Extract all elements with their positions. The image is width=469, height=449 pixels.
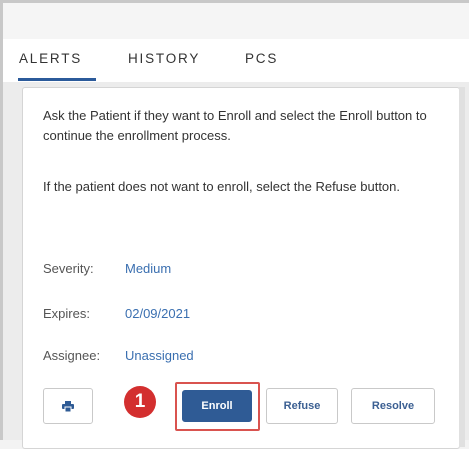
refuse-button[interactable]: Refuse xyxy=(266,388,338,424)
expires-value: 02/09/2021 xyxy=(125,306,191,321)
tab-pcs[interactable]: PCS xyxy=(245,51,285,81)
print-icon xyxy=(62,400,74,412)
alert-message-enroll: Ask the Patient if they want to Enroll a… xyxy=(43,108,427,143)
assignee-value[interactable]: Unassigned xyxy=(125,348,194,363)
resolve-button[interactable]: Resolve xyxy=(351,388,435,424)
step-badge: 1 xyxy=(124,386,156,418)
alert-message-refuse: If the patient does not want to enroll, … xyxy=(43,179,401,194)
severity-label: Severity: xyxy=(43,261,94,276)
top-strip xyxy=(3,3,469,39)
severity-value: Medium xyxy=(125,261,172,276)
print-button[interactable] xyxy=(43,388,93,424)
assignee-label: Assignee: xyxy=(43,348,101,363)
enroll-button[interactable]: Enroll xyxy=(182,390,252,422)
tab-bar: ALERTS HISTORY PCS xyxy=(3,39,469,83)
expires-label: Expires: xyxy=(43,306,90,321)
scrollbar[interactable] xyxy=(459,87,465,447)
tab-history[interactable]: HISTORY xyxy=(128,51,210,81)
tab-alerts[interactable]: ALERTS xyxy=(18,51,96,81)
